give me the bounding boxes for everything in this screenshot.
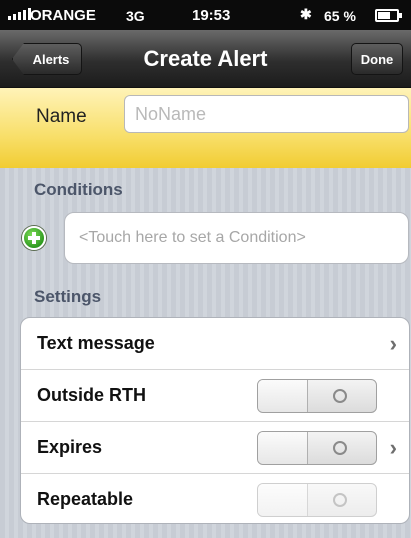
name-label: Name <box>36 106 87 127</box>
outside-rth-toggle[interactable] <box>257 379 377 413</box>
toggle-off-icon <box>333 493 347 507</box>
repeatable-row: Repeatable <box>21 474 409 523</box>
chevron-right-icon: › <box>389 435 397 460</box>
repeatable-toggle[interactable] <box>257 483 377 517</box>
toggle-off-icon <box>333 441 347 455</box>
toggle-off-icon <box>333 389 347 403</box>
settings-group: Text message › Outside RTH Expires › Rep… <box>20 317 410 524</box>
row-label: Text message <box>37 333 155 353</box>
row-label: Outside RTH <box>37 385 147 405</box>
status-bar: ORANGE 3G 19:53 ✱ 65 % <box>0 0 411 30</box>
battery-percent: 65 % <box>324 8 356 24</box>
done-button[interactable]: Done <box>351 43 403 75</box>
conditions-header: Conditions <box>34 180 123 199</box>
name-input[interactable] <box>124 95 409 133</box>
bluetooth-icon: ✱ <box>300 6 312 22</box>
outside-rth-row: Outside RTH <box>21 370 409 422</box>
carrier-name: ORANGE <box>30 7 96 24</box>
expires-toggle[interactable] <box>257 431 377 465</box>
page-title: Create Alert <box>143 46 268 71</box>
network-type: 3G <box>126 8 145 24</box>
add-condition-icon[interactable] <box>22 226 46 250</box>
battery-icon <box>375 9 402 22</box>
settings-header: Settings <box>34 287 102 306</box>
condition-field[interactable]: <Touch here to set a Condition> <box>64 212 409 264</box>
text-message-row[interactable]: Text message › <box>21 318 409 370</box>
navigation-bar: Alerts Create Alert Done <box>0 30 411 88</box>
status-time: 19:53 <box>192 7 231 24</box>
row-label: Expires <box>37 437 103 457</box>
chevron-right-icon: › <box>389 331 397 356</box>
expires-row[interactable]: Expires › <box>21 422 409 474</box>
signal-strength-icon <box>8 6 31 20</box>
row-label: Repeatable <box>37 489 134 509</box>
